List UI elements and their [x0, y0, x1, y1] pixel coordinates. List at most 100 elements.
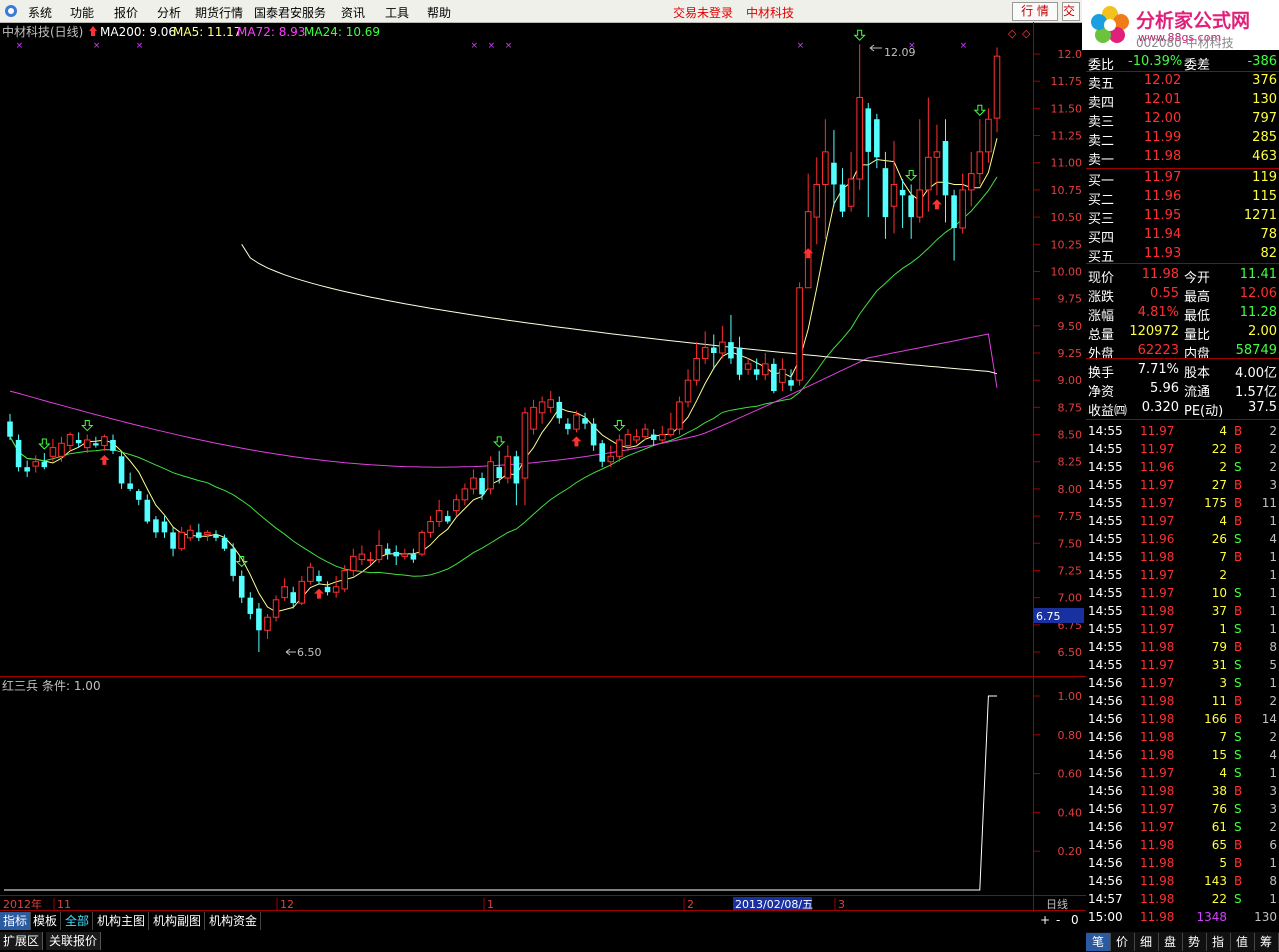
candle-body-up	[66, 434, 74, 446]
tab-inst-main[interactable]: 机构主图	[94, 912, 150, 930]
ma72-label: MA72: 8.93	[237, 25, 305, 39]
trade-button[interactable]: 交易	[1062, 2, 1080, 21]
stat-row: 涨幅 4.81% 最低 11.28	[1086, 304, 1279, 324]
right-tab-7[interactable]: 筹	[1254, 933, 1279, 951]
menu-news[interactable]: 资讯	[341, 4, 365, 21]
right-tab-5[interactable]: 指	[1206, 933, 1231, 951]
tab-all[interactable]: 全部	[62, 912, 94, 930]
candle-body-down	[196, 532, 202, 538]
bid-volume: 82	[1260, 246, 1277, 261]
stat-row: 总量 120972 量比 2.00	[1086, 323, 1279, 343]
app-logo-icon	[5, 5, 17, 17]
zoom-in-button[interactable]: +	[1040, 913, 1050, 927]
sell-arrow-icon	[38, 438, 51, 450]
candle-body-up	[178, 531, 185, 550]
tick-direction: S	[1234, 802, 1242, 816]
ask-volume: 463	[1252, 149, 1277, 164]
panel-divider	[1086, 168, 1279, 169]
candle-body-up	[633, 436, 640, 441]
moving-average-lines	[9, 138, 998, 613]
tick-row: 14:56 11.97 4 S 1	[1086, 765, 1279, 783]
tick-price: 11.97	[1140, 820, 1175, 834]
tick-price: 11.97	[1140, 622, 1175, 636]
menu-futures[interactable]: 期货行情	[195, 4, 243, 21]
candle-body-up	[358, 553, 366, 561]
cross-mark-icon: ×	[16, 41, 24, 51]
right-tab-2[interactable]: 细	[1134, 933, 1159, 951]
trade-status[interactable]: 交易未登录	[673, 4, 733, 21]
zoom-out-button[interactable]: -	[1056, 913, 1060, 927]
tick-row: 14:56 11.98 7 S 2	[1086, 729, 1279, 747]
right-tab-6[interactable]: 值	[1230, 933, 1255, 951]
candle-body-down	[736, 347, 743, 375]
tick-time: 14:55	[1088, 622, 1123, 636]
menu-help[interactable]: 帮助	[427, 4, 451, 21]
candle-body-down	[161, 521, 168, 533]
candle-body-down	[75, 439, 82, 444]
price-tick-label: 10.75	[1051, 184, 1083, 197]
stat-row: 净资 5.96 流通 1.57亿	[1086, 380, 1279, 400]
candle-body-up	[890, 183, 898, 207]
right-tab-3[interactable]: 盘	[1158, 933, 1183, 951]
stat-value: 2.00	[1248, 324, 1277, 339]
candle-body-down	[238, 575, 245, 598]
right-tab-4[interactable]: 势	[1182, 933, 1207, 951]
tick-row: 14:55 11.98 37 B 1	[1086, 603, 1279, 621]
menu-gtja-service[interactable]: 国泰君安服务	[254, 4, 326, 21]
price-tick-label: 7.75	[1058, 510, 1083, 523]
candle-body-down	[7, 421, 13, 437]
cross-mark-icon: ×	[505, 41, 513, 51]
ask-label: 卖五	[1088, 77, 1115, 92]
candle-body-down	[324, 586, 331, 593]
menu-function[interactable]: 功能	[70, 4, 94, 21]
tab-inst-sub[interactable]: 机构副图	[150, 912, 206, 930]
price-tick-label: 12.0	[1058, 48, 1083, 61]
bid-row: 买五 11.93 82	[1086, 245, 1279, 265]
tab-inst-fund[interactable]: 机构资金	[206, 912, 262, 930]
price-tick-label: 11.25	[1051, 130, 1083, 143]
price-tick-label: 11.75	[1051, 75, 1083, 88]
tick-time: 14:55	[1088, 604, 1123, 618]
tick-price: 11.96	[1140, 460, 1175, 474]
tick-row: 14:56 11.97 76 S 3	[1086, 801, 1279, 819]
cross-mark-icon: ×	[136, 41, 144, 51]
candle-body-down	[110, 439, 116, 451]
right-tab-1[interactable]: 价	[1110, 933, 1135, 951]
tick-time: 14:56	[1088, 784, 1123, 798]
menu-system[interactable]: 系统	[28, 4, 52, 21]
tick-count: 1	[1269, 568, 1277, 582]
menu-analysis[interactable]: 分析	[157, 4, 181, 21]
menu-quote[interactable]: 报价	[114, 4, 138, 21]
kline-chart[interactable]: × × × × × × × × × 12.011.7511.5011.2511.0010.751…	[0, 22, 1086, 912]
tick-count: 1	[1269, 586, 1277, 600]
price-tick-label: 8.50	[1058, 429, 1083, 442]
quote-button[interactable]: 行 情	[1012, 2, 1058, 21]
date-label-year: 2012年	[3, 897, 42, 911]
tab-indicator[interactable]: 指标	[0, 912, 32, 930]
tick-price: 11.98	[1140, 712, 1175, 726]
tick-count: 3	[1269, 478, 1277, 492]
tick-time: 14:55	[1088, 586, 1123, 600]
stat-value: 11.41	[1239, 267, 1277, 282]
tick-direction: S	[1234, 676, 1242, 690]
right-tab-0[interactable]: 笔	[1086, 933, 1111, 951]
tick-volume: 15	[1211, 748, 1227, 762]
tick-row: 14:56 11.97 3 S 1	[1086, 675, 1279, 693]
tick-count: 8	[1269, 640, 1277, 654]
menu-tools[interactable]: 工具	[385, 4, 409, 21]
tick-row: 14:55 11.97 1 S 1	[1086, 621, 1279, 639]
ma5-label: MA5: 11.17	[173, 25, 241, 39]
candle-body-down	[213, 534, 219, 538]
ask-price: 11.99	[1144, 130, 1182, 145]
tab-extension[interactable]: 扩展区	[0, 932, 44, 950]
tab-related-quote[interactable]: 关联报价	[46, 932, 102, 950]
candle-body-up	[573, 414, 580, 430]
cross-mark-icon: ×	[797, 41, 805, 51]
tab-template[interactable]: 模板	[30, 912, 62, 930]
zoom-reset-button[interactable]: 0	[1071, 913, 1079, 927]
period-label[interactable]: 日线	[1046, 897, 1068, 911]
candle-body-up	[281, 586, 288, 599]
tick-volume: 76	[1211, 802, 1227, 816]
tick-count: 2	[1269, 442, 1277, 456]
candle-body-down	[599, 443, 605, 462]
